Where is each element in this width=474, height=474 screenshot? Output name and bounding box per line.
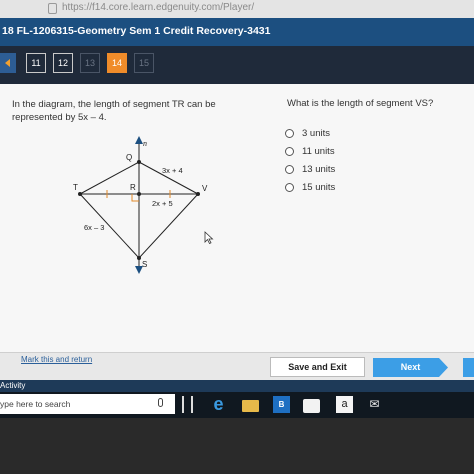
question-nav: 11 12 13 14 15	[0, 46, 474, 84]
label-s: S	[142, 260, 147, 269]
taskbar-search-placeholder: ype here to search	[0, 399, 71, 409]
activity-label: Activity	[0, 381, 26, 390]
answer-label: 15 units	[302, 181, 336, 193]
answer-option-2[interactable]: 11 units	[285, 142, 335, 160]
file-explorer-icon[interactable]	[242, 400, 259, 412]
radio-button[interactable]	[285, 128, 294, 138]
answer-label: 3 units	[302, 127, 330, 139]
microphone-icon[interactable]	[158, 398, 163, 407]
course-title: 18 FL-1206315-Geometry Sem 1 Credit Reco…	[2, 25, 271, 37]
task-view-icon[interactable]	[182, 396, 193, 413]
answer-option-3[interactable]: 13 units	[285, 160, 335, 178]
screen: https://f14.core.learn.edgenuity.com/Pla…	[0, 0, 474, 474]
url-text[interactable]: https://f14.core.learn.edgenuity.com/Pla…	[62, 2, 254, 13]
course-header: 18 FL-1206315-Geometry Sem 1 Credit Reco…	[0, 18, 474, 46]
monitor-bezel	[0, 418, 474, 474]
label-v: V	[202, 184, 208, 193]
taskbar-search-box[interactable]: ype here to search	[0, 394, 175, 414]
question-nav-11[interactable]: 11	[26, 53, 46, 73]
question-ask: What is the length of segment VS?	[287, 98, 434, 109]
activity-bar: Activity	[0, 380, 474, 392]
radio-button[interactable]	[285, 182, 294, 192]
question-panel: In the diagram, the length of segment TR…	[0, 84, 474, 352]
radio-button[interactable]	[285, 146, 294, 156]
amazon-icon[interactable]: a	[336, 396, 353, 413]
prev-question-button[interactable]	[0, 53, 16, 73]
save-and-exit-button[interactable]: Save and Exit	[270, 357, 365, 377]
browser-address-bar[interactable]: https://f14.core.learn.edgenuity.com/Pla…	[0, 0, 474, 18]
submit-button[interactable]	[463, 358, 474, 377]
label-ts-length: 6x – 3	[84, 223, 104, 232]
bezel-logo-icon	[220, 432, 270, 442]
mouse-cursor-icon	[204, 231, 214, 245]
point-r	[137, 192, 141, 196]
point-t	[78, 192, 82, 196]
question-nav-12[interactable]: 12	[53, 53, 73, 73]
question-nav-13[interactable]: 13	[80, 53, 100, 73]
geometry-diagram: n Q T R V S 3x + 4 2x + 5 6x – 3	[73, 136, 208, 274]
answer-option-4[interactable]: 15 units	[285, 178, 335, 196]
next-button[interactable]: Next	[373, 358, 448, 377]
mark-and-return-link[interactable]: Mark this and return	[21, 355, 92, 364]
windows-taskbar: ype here to search e B a ✉	[0, 392, 474, 418]
label-qv-length: 3x + 4	[162, 166, 183, 175]
label-t: T	[73, 183, 78, 192]
question-nav-15[interactable]: 15	[134, 53, 154, 73]
label-n: n	[143, 139, 147, 148]
answer-label: 13 units	[302, 163, 336, 175]
label-r: R	[130, 183, 136, 192]
answer-options: 3 units 11 units 13 units 15 units	[285, 124, 335, 196]
question-prompt: In the diagram, the length of segment TR…	[12, 99, 216, 123]
edge-browser-icon[interactable]: e	[210, 395, 227, 413]
question-nav-14[interactable]: 14	[107, 53, 127, 73]
point-q	[137, 160, 141, 164]
answer-option-1[interactable]: 3 units	[285, 124, 335, 142]
label-q: Q	[126, 153, 132, 162]
point-s	[137, 256, 141, 260]
app-b-icon[interactable]: B	[273, 396, 290, 413]
arrow-up-icon	[135, 136, 143, 144]
footer-bar: Mark this and return Save and Exit Next	[0, 352, 474, 380]
store-bag-icon[interactable]	[303, 399, 320, 413]
radio-button[interactable]	[285, 164, 294, 174]
answer-label: 11 units	[302, 145, 335, 157]
lock-icon	[48, 3, 57, 14]
mail-icon[interactable]: ✉	[366, 396, 383, 413]
point-v	[196, 192, 200, 196]
label-rv-length: 2x + 5	[152, 199, 173, 208]
